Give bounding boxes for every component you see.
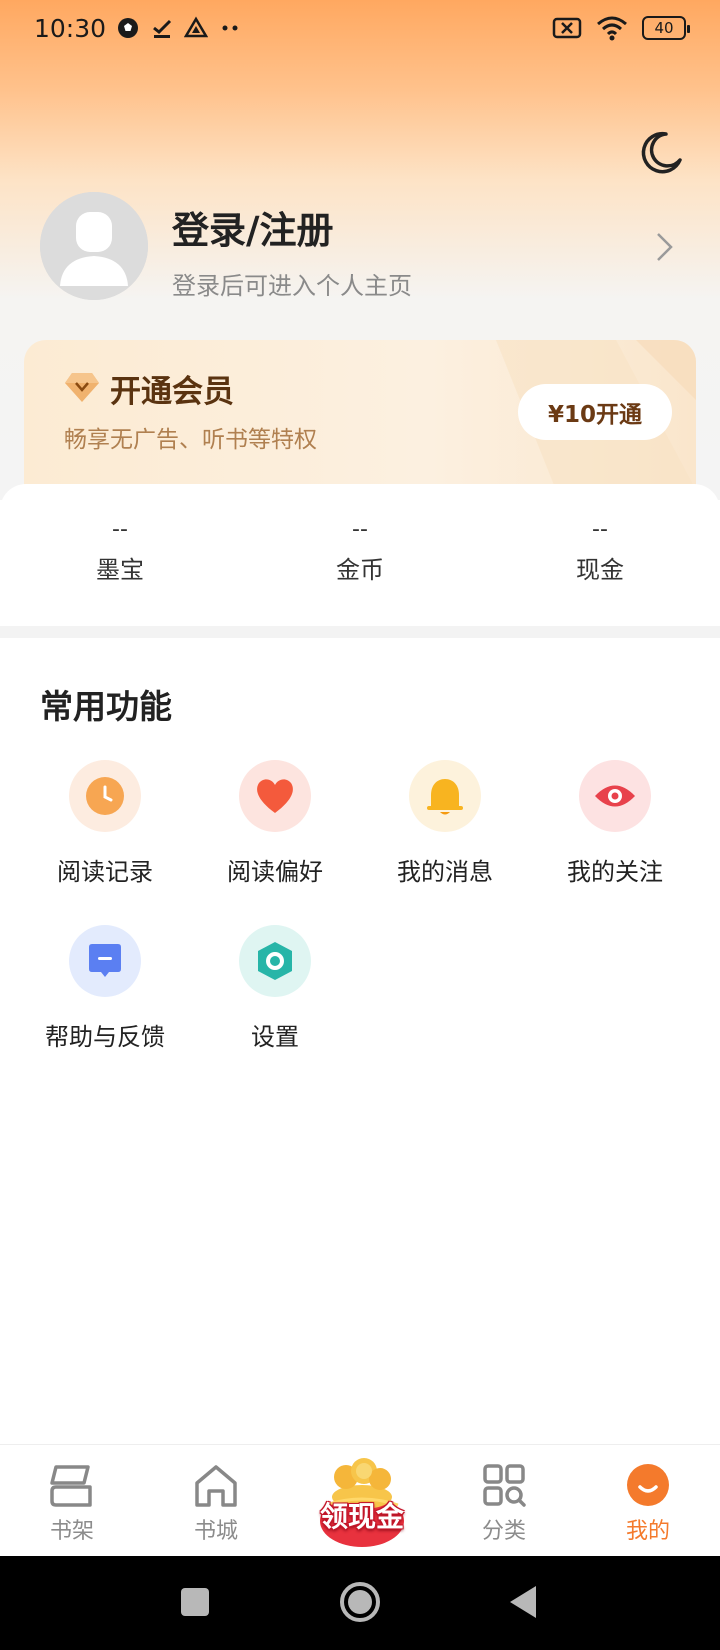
stat-label: 现金 [576, 556, 624, 584]
nav-claim-cash[interactable]: 领现金 [306, 1445, 418, 1557]
chevron-right-icon[interactable] [652, 230, 678, 264]
nav-label: 书架 [49, 1519, 94, 1544]
settings-hexagon-icon [239, 925, 311, 997]
avatar[interactable] [40, 192, 148, 300]
func-help-feedback[interactable]: 帮助与反馈 [20, 925, 190, 1052]
vip-open-button[interactable]: ¥10开通 [518, 384, 672, 440]
eye-icon [579, 760, 651, 832]
nav-mine[interactable]: 我的 [588, 1463, 708, 1545]
battery-icon: 40 [642, 16, 690, 40]
nav-label: 分类 [481, 1519, 526, 1544]
vip-subtitle: 畅享无广告、听书等特权 [64, 427, 317, 453]
bookshelf-icon [50, 1465, 92, 1507]
profile-icon [627, 1464, 669, 1506]
stat-value: -- [112, 517, 128, 542]
soccer-icon [116, 16, 140, 40]
func-reading-history[interactable]: 阅读记录 [20, 760, 190, 887]
login-register-link[interactable]: 登录/注册 [172, 200, 334, 254]
more-dots-icon [218, 16, 242, 40]
func-label: 设置 [251, 1023, 299, 1051]
category-grid-icon [483, 1464, 526, 1507]
vip-card[interactable]: 开通会员 畅享无广告、听书等特权 ¥10开通 [24, 340, 696, 490]
nav-bookstore[interactable]: 书城 [156, 1463, 276, 1545]
back-button[interactable] [510, 1586, 536, 1618]
func-label: 我的消息 [397, 858, 493, 886]
home-icon [195, 1465, 237, 1507]
claim-cash-label: 领现金 [319, 1500, 404, 1533]
stat-value: -- [592, 517, 608, 542]
download-done-icon [150, 16, 174, 40]
profile-subtitle: 登录后可进入个人主页 [172, 272, 412, 300]
stat-cash[interactable]: -- 现金 [500, 514, 700, 585]
clock-icon [69, 760, 141, 832]
status-time: 10:30 [34, 13, 107, 43]
wifi-icon [596, 15, 628, 41]
assets-card: -- 墨宝 -- 金币 -- 现金 [0, 484, 720, 626]
section-title: 常用功能 [40, 687, 172, 726]
home-button[interactable] [340, 1582, 380, 1622]
nav-label: 我的 [625, 1519, 670, 1544]
chat-bubble-icon [69, 925, 141, 997]
func-my-messages[interactable]: 我的消息 [360, 760, 530, 887]
func-label: 阅读偏好 [227, 858, 323, 886]
stat-mobao[interactable]: -- 墨宝 [20, 514, 220, 585]
battery-level: 40 [654, 19, 674, 37]
func-label: 我的关注 [567, 858, 663, 886]
nav-bookshelf[interactable]: 书架 [12, 1463, 132, 1545]
user-silhouette-icon [40, 192, 148, 300]
recent-apps-button[interactable] [181, 1588, 209, 1616]
diamond-icon [64, 370, 100, 404]
stat-value: -- [352, 517, 368, 542]
drive-icon [184, 16, 209, 40]
status-bar: 10:30 40 [0, 0, 720, 56]
stat-label: 金币 [336, 556, 384, 584]
heart-icon [239, 760, 311, 832]
func-reading-preference[interactable]: 阅读偏好 [190, 760, 360, 887]
func-settings[interactable]: 设置 [190, 925, 360, 1052]
moon-icon[interactable] [636, 128, 686, 178]
bottom-nav: 书架 书城 领现金 分类 我的 [0, 1444, 720, 1556]
stat-coins[interactable]: -- 金币 [260, 514, 460, 585]
system-nav-bar [0, 1556, 720, 1650]
func-label: 帮助与反馈 [45, 1023, 165, 1051]
section-divider [0, 626, 720, 638]
sim-off-icon [552, 16, 582, 40]
nav-label: 书城 [193, 1519, 238, 1544]
nav-category[interactable]: 分类 [444, 1463, 564, 1545]
func-label: 阅读记录 [57, 858, 153, 886]
vip-title: 开通会员 [110, 374, 234, 410]
stat-label: 墨宝 [96, 556, 144, 584]
func-my-follows[interactable]: 我的关注 [530, 760, 700, 887]
bell-icon [409, 760, 481, 832]
